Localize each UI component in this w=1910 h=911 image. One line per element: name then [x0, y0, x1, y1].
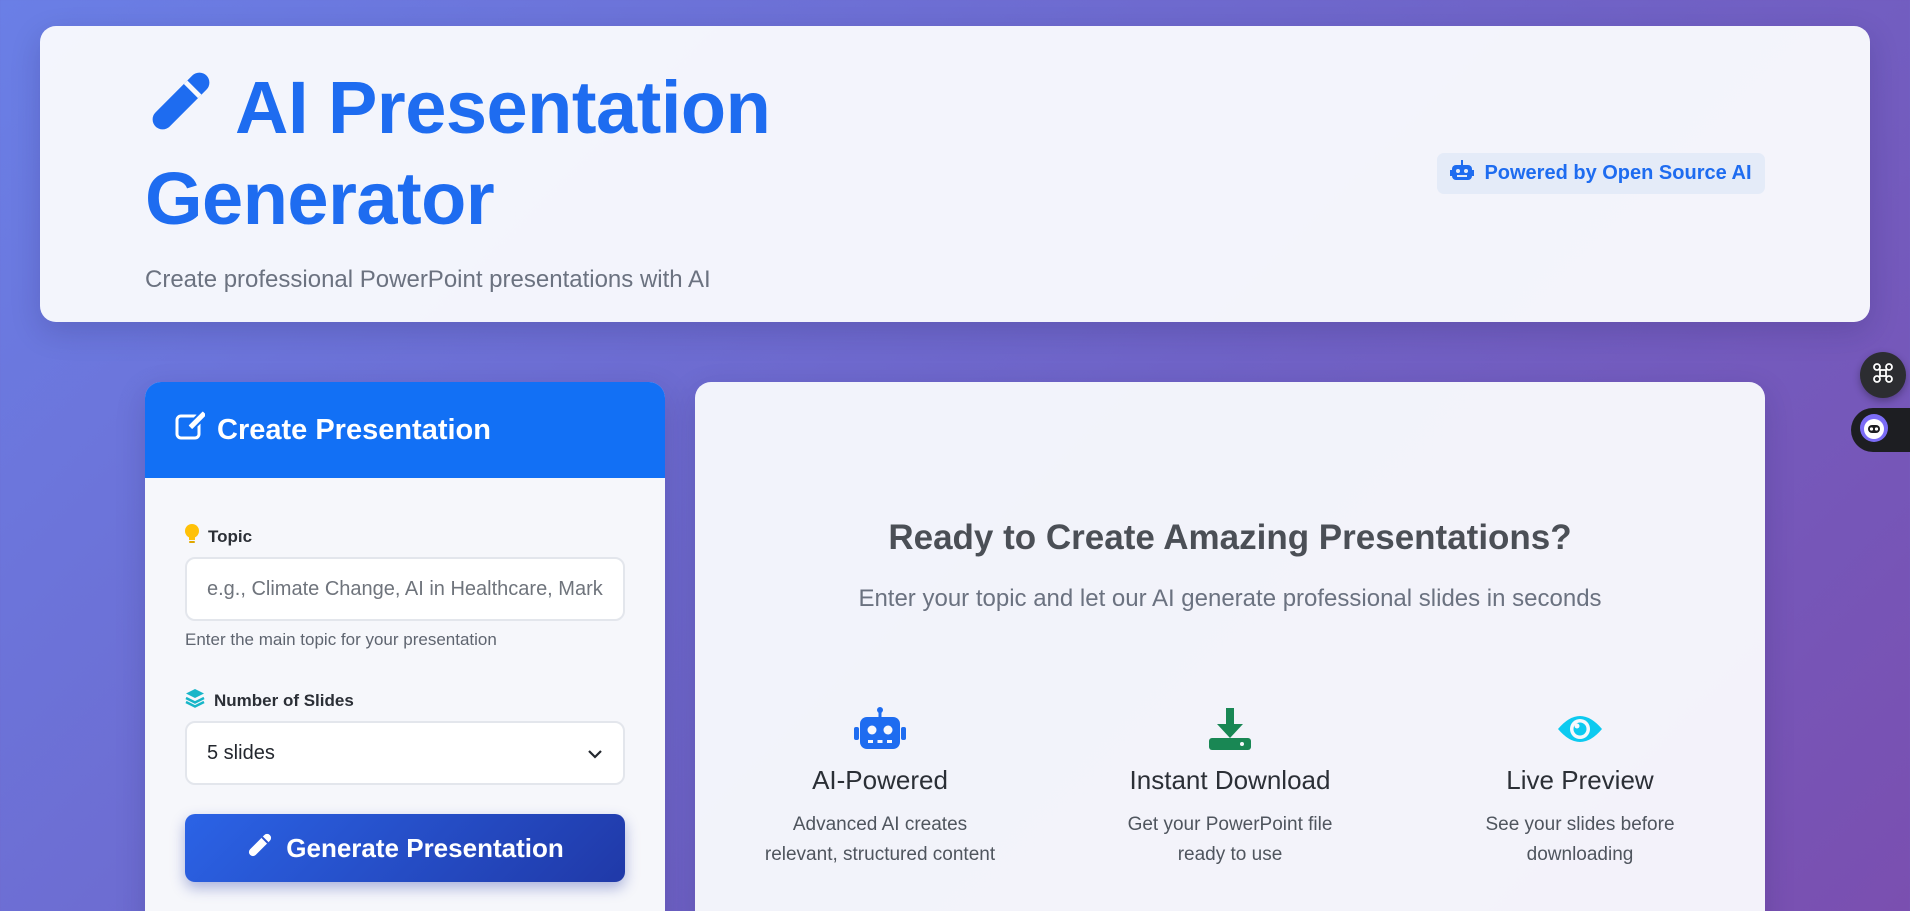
assistant-widget-button[interactable]	[1851, 408, 1910, 452]
lightbulb-icon	[185, 524, 199, 549]
feature-desc-line: ready to use	[1177, 844, 1283, 865]
topic-label: Topic	[185, 524, 252, 549]
page-title-text: AI Presentation Generator	[145, 66, 771, 240]
command-widget-button[interactable]	[1860, 352, 1906, 398]
feature-desc-line: Advanced AI creates	[792, 814, 968, 835]
chevron-down-icon	[587, 742, 603, 765]
slides-select-value: 5 slides	[207, 741, 275, 764]
create-presentation-card: Create Presentation Topic Enter the main…	[145, 382, 665, 911]
layers-icon	[185, 688, 205, 713]
feature-ai-powered: AI-Powered Advanced AI creates relevant,…	[740, 707, 1020, 870]
feature-instant-download: Instant Download Get your PowerPoint fil…	[1090, 707, 1370, 870]
welcome-title: Ready to Create Amazing Presentations?	[888, 518, 1572, 557]
feature-description: See your slides before downloading	[1440, 810, 1720, 870]
welcome-subtitle: Enter your topic and let our AI generate…	[858, 585, 1602, 612]
generate-button-label: Generate Presentation	[286, 832, 564, 863]
powered-badge-label: Powered by Open Source AI	[1484, 162, 1752, 184]
robot-icon	[1450, 159, 1475, 188]
slides-select[interactable]: 5 slides	[185, 721, 625, 785]
feature-description: Get your PowerPoint file ready to use	[1090, 810, 1370, 870]
header-card: AI Presentation Generator Create profess…	[40, 26, 1870, 322]
feature-desc-line: Get your PowerPoint file	[1127, 814, 1333, 835]
feature-desc-line: downloading	[1526, 844, 1634, 865]
magic-wand-icon	[246, 831, 274, 866]
magic-wand-icon	[145, 65, 217, 155]
feature-desc-line: See your slides before	[1485, 814, 1675, 835]
powered-badge: Powered by Open Source AI	[1437, 153, 1765, 194]
page-title: AI Presentation Generator	[145, 64, 885, 242]
feature-title: Instant Download	[1129, 765, 1331, 795]
topic-input[interactable]	[185, 557, 625, 621]
download-icon	[1090, 707, 1370, 751]
feature-desc-line: relevant, structured content	[764, 844, 996, 865]
assistant-avatar-icon	[1859, 413, 1889, 448]
topic-label-text: Topic	[208, 526, 253, 546]
eye-icon	[1440, 707, 1720, 751]
welcome-card: Ready to Create Amazing Presentations? E…	[695, 382, 1765, 911]
robot-icon	[740, 707, 1020, 751]
form-card-header: Create Presentation	[145, 382, 665, 478]
form-card-title: Create Presentation	[217, 413, 491, 446]
edit-icon	[175, 409, 209, 449]
generate-presentation-button[interactable]: Generate Presentation	[185, 814, 625, 882]
page-subtitle: Create professional PowerPoint presentat…	[145, 266, 711, 293]
slides-label-text: Number of Slides	[214, 690, 354, 710]
feature-title: AI-Powered	[812, 765, 948, 795]
feature-live-preview: Live Preview See your slides before down…	[1440, 707, 1720, 870]
command-icon	[1872, 362, 1894, 389]
slides-label: Number of Slides	[185, 688, 354, 713]
feature-description: Advanced AI creates relevant, structured…	[740, 810, 1020, 870]
feature-title: Live Preview	[1506, 765, 1654, 795]
topic-help-text: Enter the main topic for your presentati…	[185, 630, 497, 649]
